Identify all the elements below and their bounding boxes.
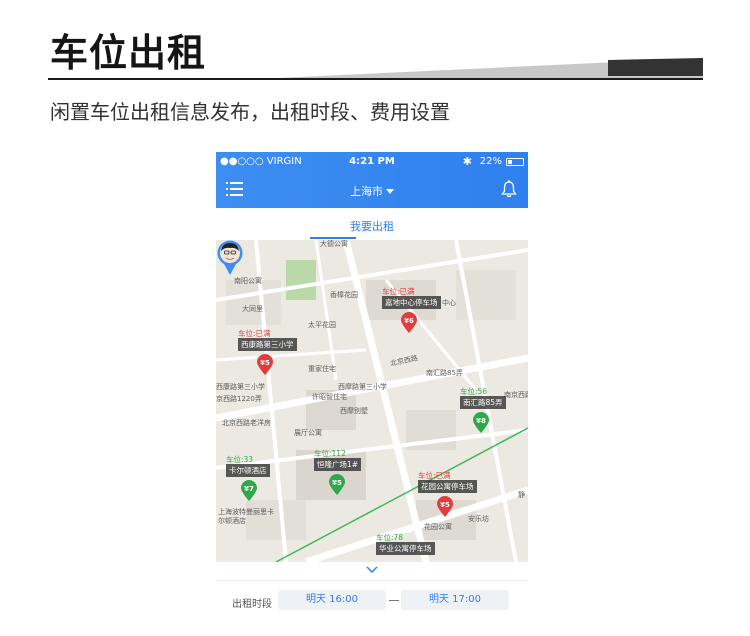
parking-name: 南汇路85弄	[460, 396, 506, 409]
status-bar: ●●○○○ VIRGIN 4:21 PM ✱ 22%	[216, 152, 528, 172]
page-subtitle: 闲置车位出租信息发布，出租时段、费用设置	[50, 100, 450, 124]
tab-bar: 我要出租	[216, 208, 528, 240]
bell-icon[interactable]	[501, 180, 517, 198]
city-label: 上海市	[350, 185, 383, 198]
map-label: 南阳公寓	[234, 277, 262, 285]
map-label: 重家住宅	[308, 365, 336, 373]
map-view[interactable]: 大德公寓 南阳公寓 大同里 香樟花园 太平花园 西康路第三小学 北京西路 重家住…	[216, 240, 528, 562]
map-label: 西摩路第三小学	[338, 383, 387, 391]
parking-price: ¥5	[440, 501, 450, 509]
map-label: 北京西路老洋房	[222, 419, 271, 427]
map-label: 香樟花园	[330, 291, 358, 299]
parking-name: 恒隆广场1#	[314, 458, 362, 471]
parking-name: 嘉地中心停车场	[382, 296, 441, 309]
phone-screen: ●●○○○ VIRGIN 4:21 PM ✱ 22% 上海市 我要出租 大德公寓…	[216, 152, 528, 626]
map-label: 展厅公寓	[294, 429, 322, 437]
tab-rent-out[interactable]: 我要出租	[216, 218, 528, 234]
parking-price: ¥8	[476, 417, 486, 425]
chevron-down-icon	[366, 566, 378, 574]
time-range-separator	[389, 600, 399, 601]
start-time-picker[interactable]: 明天 16:00	[278, 590, 386, 610]
expand-panel[interactable]	[216, 562, 528, 580]
city-selector[interactable]: 上海市	[216, 183, 528, 199]
map-label: 南汇路85弄	[426, 369, 463, 377]
map-label: 中心	[442, 299, 456, 307]
map-label: 太平花园	[308, 321, 336, 329]
rental-time-row: 出租时段 明天 16:00 明天 17:00	[216, 580, 528, 626]
map-label: 大德公寓	[320, 240, 348, 248]
map-label: 安乐坊	[468, 515, 489, 523]
chevron-down-icon	[386, 189, 394, 194]
map-label: 花园公寓	[424, 523, 452, 531]
parking-name: 西康路第三小学	[238, 338, 297, 351]
map-label: 京西路1220弄	[216, 395, 262, 403]
map-label: 西康路第三小学	[216, 383, 265, 391]
map-label: 上海波特曼丽思卡尔顿酒店	[218, 508, 274, 525]
battery-icon	[506, 158, 524, 166]
end-time-picker[interactable]: 明天 17:00	[401, 590, 509, 610]
title-underline-decoration	[48, 58, 703, 80]
user-location-avatar[interactable]	[216, 240, 244, 276]
map-label: 南京西路	[504, 391, 528, 399]
bluetooth-icon: ✱	[462, 155, 472, 168]
battery-percent: 22%	[479, 156, 502, 167]
parking-price: ¥5	[260, 359, 270, 367]
map-label: 许昭智住宅	[312, 393, 347, 401]
rental-time-label: 出租时段	[232, 599, 272, 610]
tab-active-indicator	[310, 237, 356, 239]
map-label: 西摩别墅	[340, 407, 368, 415]
parking-name: 华业公寓停车场	[376, 542, 435, 555]
parking-price: ¥5	[332, 479, 342, 487]
map-label: 大同里	[242, 305, 263, 313]
map-label: 静	[518, 491, 525, 499]
parking-price: ¥6	[404, 317, 414, 325]
parking-name: 卡尔顿酒店	[226, 464, 270, 477]
parking-name: 花园公寓停车场	[418, 480, 477, 493]
nav-bar: 上海市	[216, 172, 528, 208]
parking-price: ¥7	[244, 485, 254, 493]
